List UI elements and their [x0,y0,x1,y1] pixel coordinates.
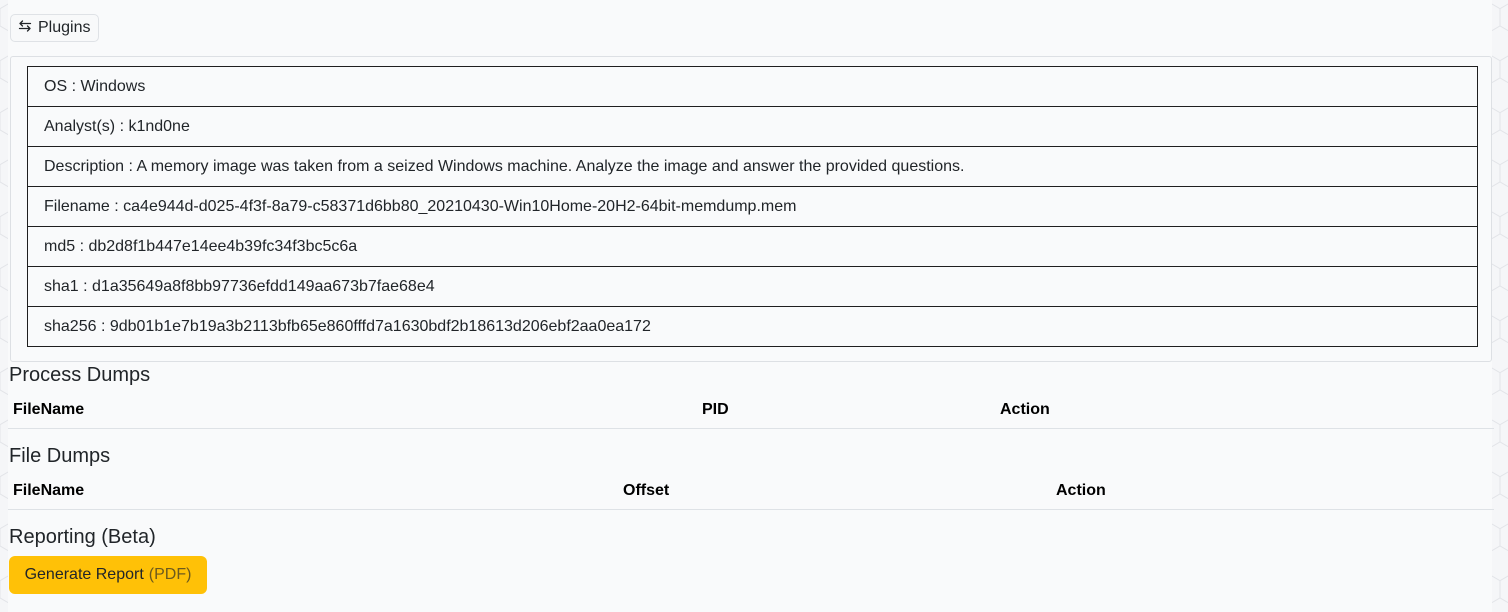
description-value: Description : A memory image was taken f… [27,146,1478,187]
info-row-filename: Filename : ca4e944d-d025-4f3f-8a79-c5837… [27,186,1478,227]
file-dumps-title: File Dumps [9,445,111,467]
column-header-filename[interactable]: FileName [8,392,697,429]
column-header-offset[interactable]: Offset [618,473,1051,510]
column-header-action[interactable]: Action [1051,473,1494,510]
info-row-md5: md5 : db2d8f1b447e14ee4b39fc34f3bc5c6a [27,226,1478,267]
analysts-value: Analyst(s) : k1nd0ne [27,106,1478,147]
reporting-title: Reporting (Beta) [9,526,156,548]
generate-report-button[interactable]: Generate Report (PDF) [9,556,207,594]
info-row-analysts: Analyst(s) : k1nd0ne [27,106,1478,147]
process-dumps-header-row: FileName PID Action [8,392,1494,429]
md5-value: md5 : db2d8f1b447e14ee4b39fc34f3bc5c6a [27,226,1478,267]
sha256-value: sha256 : 9db01b1e7b19a3b2113bfb65e860fff… [27,306,1478,347]
filename-value: Filename : ca4e944d-d025-4f3f-8a79-c5837… [27,186,1478,227]
os-value: OS : Windows [27,66,1478,107]
file-dumps-header-row: FileName Offset Action [8,473,1494,510]
info-row-description: Description : A memory image was taken f… [27,146,1478,187]
process-dumps-table: FileName PID Action [8,392,1494,429]
info-row-sha256: sha256 : 9db01b1e7b19a3b2113bfb65e860fff… [27,306,1478,347]
info-row-os: OS : Windows [27,66,1478,107]
column-header-pid[interactable]: PID [697,392,995,429]
plugins-button[interactable]: Plugins [10,14,100,42]
info-row-sha1: sha1 : d1a35649a8f8bb97736efdd149aa673b7… [27,266,1478,307]
pdf-format-label: (PDF) [148,566,192,583]
case-info-table: OS : Windows Analyst(s) : k1nd0ne Descri… [27,66,1478,347]
case-info-card: OS : Windows Analyst(s) : k1nd0ne Descri… [10,56,1492,362]
generate-report-label: Generate Report [24,566,144,583]
file-dumps-table: FileName Offset Action [8,473,1494,510]
column-header-action[interactable]: Action [995,392,1494,429]
plugins-button-label: Plugins [38,19,91,36]
column-header-filename[interactable]: FileName [8,473,618,510]
swap-arrows-icon [17,18,33,39]
sha1-value: sha1 : d1a35649a8f8bb97736efdd149aa673b7… [27,266,1478,307]
process-dumps-title: Process Dumps [9,364,151,386]
